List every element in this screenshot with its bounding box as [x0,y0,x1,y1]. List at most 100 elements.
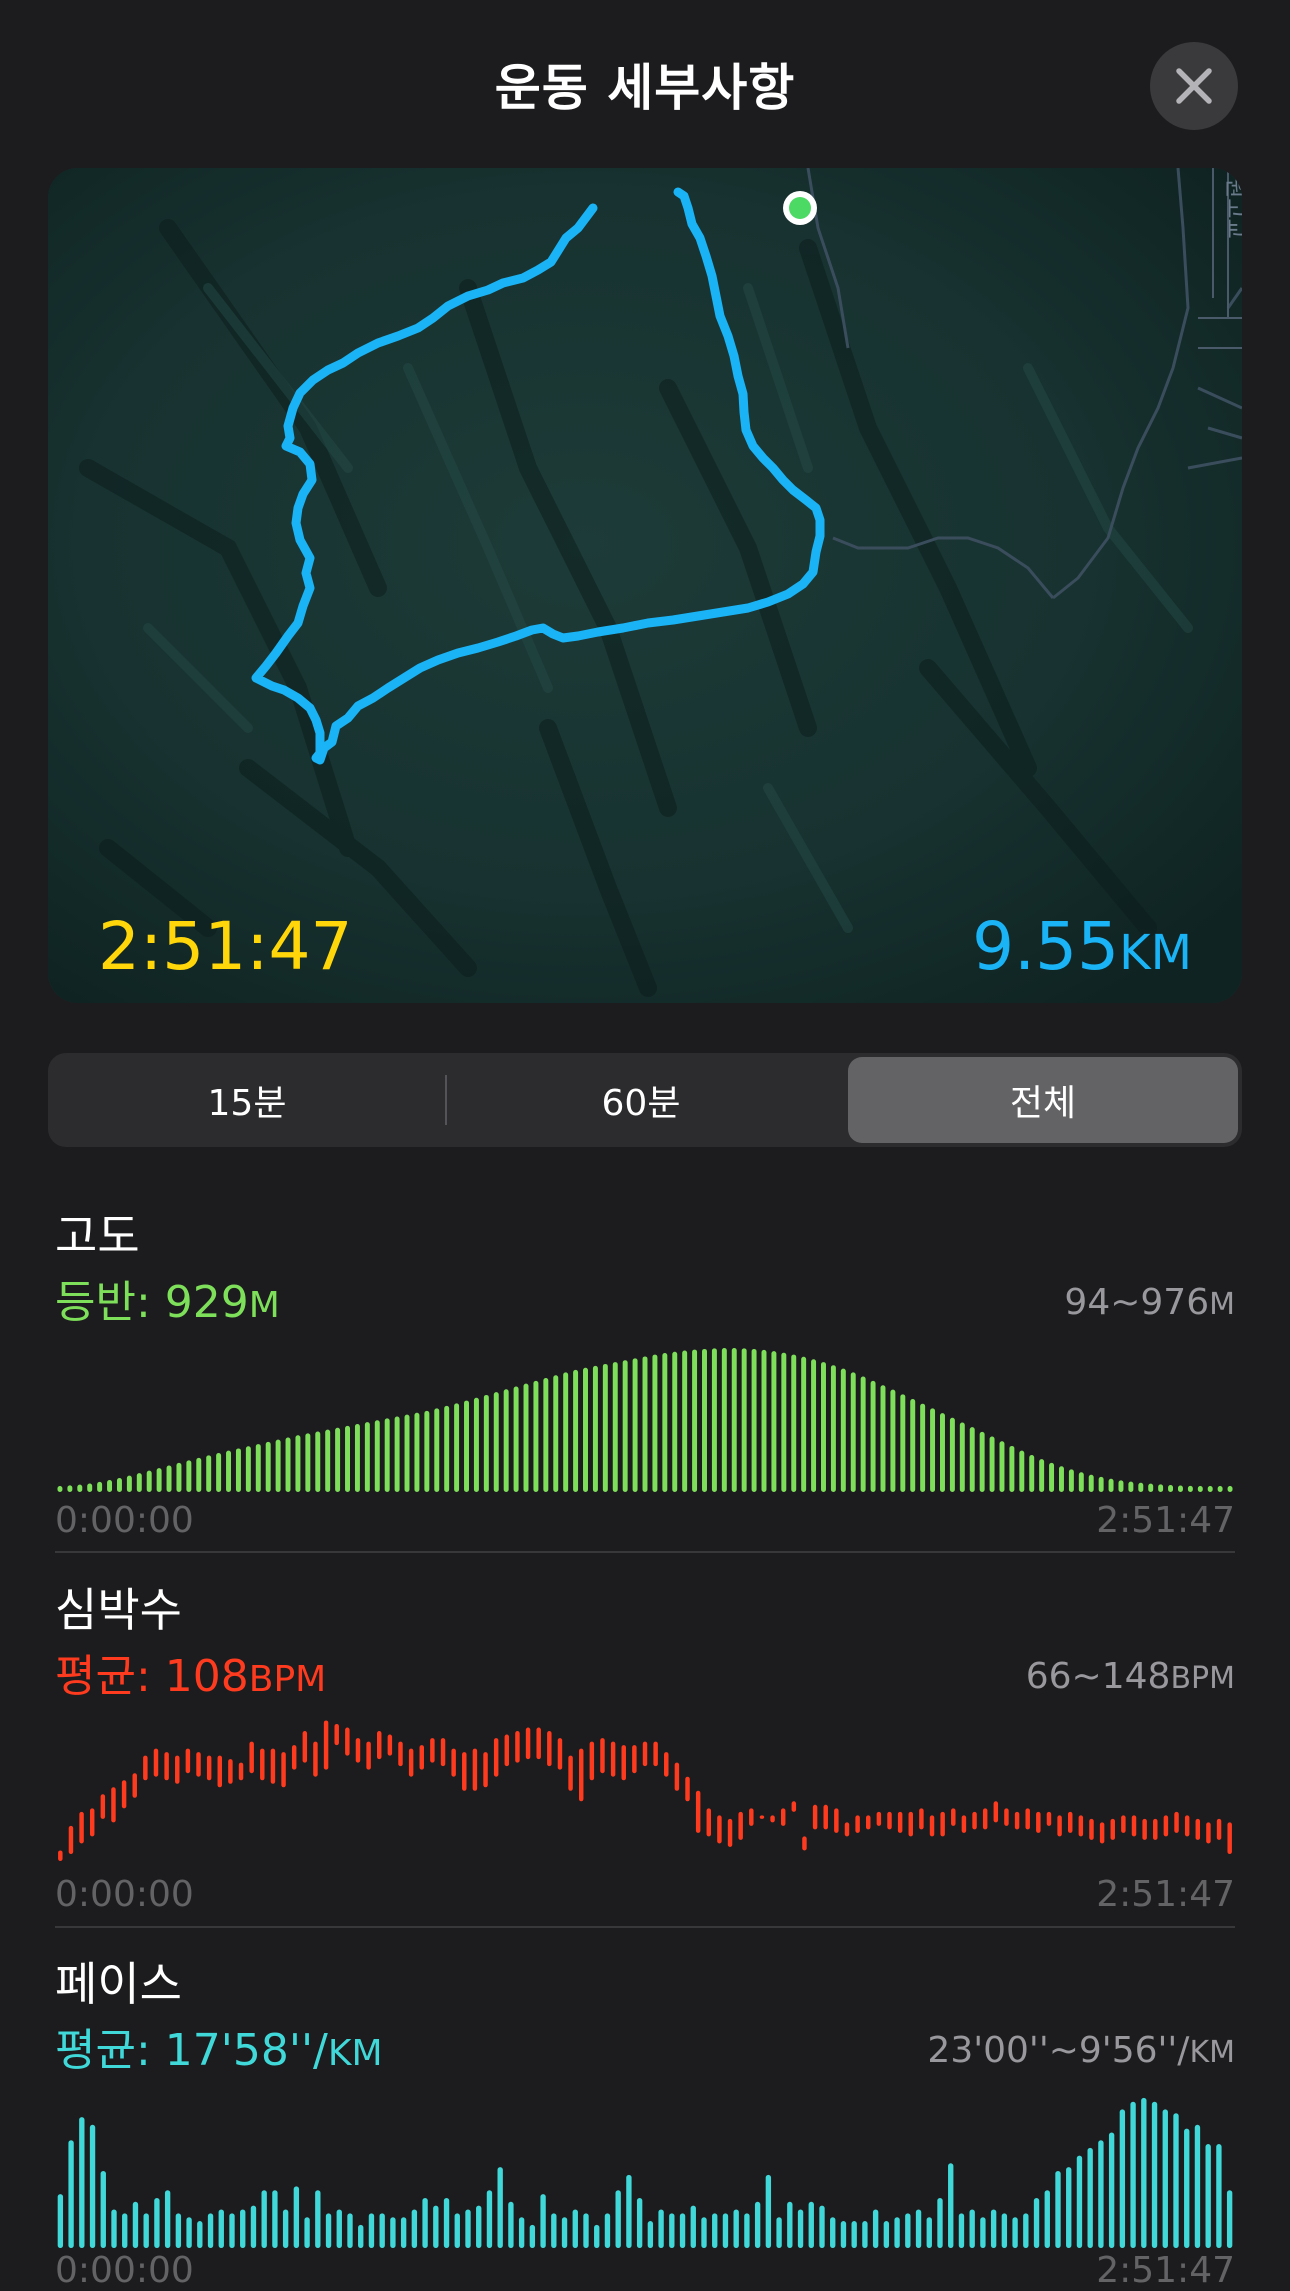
pace-bar [1012,2217,1018,2248]
pace-bar [905,2213,911,2248]
pace-bar [1076,2155,1083,2248]
pace-bar [819,2205,825,2248]
pace-bar [990,2209,997,2248]
pace-bar [1108,2132,1115,2248]
workout-distance: 9.55KM [972,908,1192,985]
pace-bar [57,2194,64,2248]
elevation-bar [136,1473,142,1492]
heart-rate-end-time: 2:51:47 [1096,1874,1235,1915]
pace-bar [164,2190,171,2248]
elevation-bar [682,1350,688,1492]
heart-rate-bar [153,1748,159,1777]
pace-bar [358,2224,364,2248]
elevation-bar [900,1394,906,1492]
section-title-elevation: 고도 [55,1209,140,1263]
route-map[interactable]: 원고교 2:51:47 9.55KM [48,168,1242,1003]
heart-rate-bar [802,1836,807,1851]
elevation-bar [1118,1480,1124,1492]
section-divider [55,1926,1235,1928]
elevation-bar [920,1403,926,1492]
elevation-bar [345,1425,350,1492]
heart-rate-bar [121,1780,127,1809]
elevation-bar [930,1408,936,1492]
pace-bar [551,2213,557,2248]
elevation-bar [156,1468,162,1492]
elevation-bar [612,1362,618,1492]
heart-rate-bar [451,1748,456,1777]
heart-rate-bar [217,1755,223,1788]
heart-rate-bar [1163,1815,1169,1837]
tab-60min[interactable]: 60분 [446,1057,836,1143]
heart-rate-bar [313,1741,318,1777]
heart-rate-bar [727,1818,733,1847]
pace-bar [744,2213,750,2248]
pace-bar [701,2217,707,2248]
elevation-bar [1128,1481,1134,1492]
elevation-bar [692,1349,698,1492]
elevation-bar [1039,1459,1045,1492]
elevation-bar [1009,1445,1015,1492]
elevation-bar [870,1380,876,1492]
pace-bar [379,2213,385,2248]
elevation-bar [1088,1474,1094,1492]
pace-bar [561,2217,568,2248]
pace-bar [1162,2109,1168,2248]
elevation-bar [811,1359,817,1492]
elevation-bar [1078,1472,1084,1492]
heart-rate-bar [1121,1815,1126,1833]
pace-bar [411,2209,418,2248]
heart-rate-bar [600,1738,605,1774]
heart-rate-bar [355,1738,361,1763]
pace-bar [454,2213,460,2248]
tab-15min[interactable]: 15분 [52,1057,442,1143]
pace-bar [948,2163,954,2248]
elevation-bar [632,1358,638,1492]
elevation-section: 고도 등반: 929M 94~976M 0:00:00 2:51:47 [55,1200,1235,1545]
elevation-bar [255,1444,261,1492]
pace-bar [1087,2147,1093,2248]
elevation-bar [503,1389,509,1492]
elevation-bar [97,1481,103,1492]
tab-all[interactable]: 전체 [848,1057,1238,1143]
heart-rate-bar [674,1762,680,1791]
pace-bar [197,2221,203,2248]
pace-bar [1130,2101,1136,2248]
heart-rate-bar [1025,1808,1030,1830]
elevation-bar [285,1437,291,1492]
heart-rate-average: 평균: 108BPM [55,1651,327,1702]
heart-rate-bar [547,1731,552,1767]
elevation-bar [622,1360,628,1492]
pace-bar [272,2190,278,2248]
pace-bar [336,2209,342,2248]
pace-bar [658,2209,664,2248]
pace-bar [572,2209,578,2248]
heart-rate-bar [440,1738,446,1767]
heart-rate-bar [780,1808,786,1826]
pace-bar [894,2217,900,2248]
section-divider [55,1551,1235,1553]
heart-rate-bar [89,1808,95,1837]
pace-bar [207,2213,214,2248]
elevation-bar [235,1448,241,1492]
elevation-bar [176,1462,182,1492]
elevation-bar [1207,1486,1213,1492]
heart-rate-bar [334,1724,339,1746]
elevation-climb-stat: 등반: 929M [55,1277,280,1328]
heart-rate-bar [1004,1808,1009,1826]
elevation-bar [1058,1466,1064,1492]
elevation-bar [275,1439,281,1492]
pace-average: 평균: 17'58''/KM [55,2025,383,2076]
pace-bar [958,2213,965,2248]
pace-bar [186,2217,192,2248]
elevation-bar [1227,1486,1233,1492]
heart-rate-bar [206,1755,212,1781]
close-button[interactable] [1150,42,1238,130]
elevation-bar [126,1475,132,1492]
pace-bar [883,2221,890,2248]
elevation-bar [394,1416,400,1492]
heart-rate-bar [291,1745,297,1770]
heart-rate-bar [589,1741,595,1781]
elevation-bar [731,1348,737,1492]
heart-rate-bar [642,1741,648,1767]
elevation-bar [1138,1482,1144,1492]
